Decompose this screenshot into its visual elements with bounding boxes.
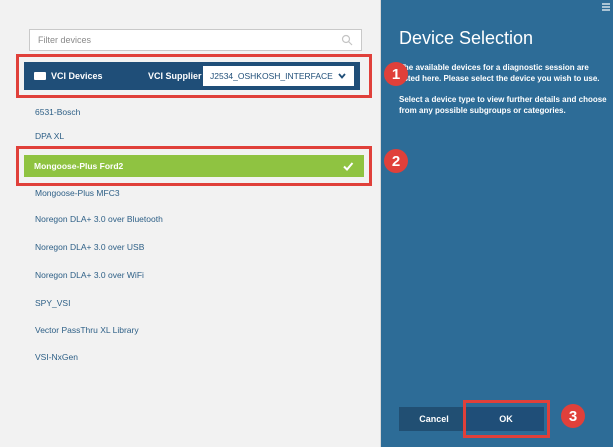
panel-title: Device Selection [399,28,534,48]
filter-input[interactable] [30,30,330,50]
search-icon [341,34,353,46]
list-item[interactable]: VSI-NxGen [35,352,78,362]
callout-box-3 [463,400,550,438]
menu-icon[interactable] [602,3,610,11]
cancel-button[interactable]: Cancel [399,407,469,431]
list-item[interactable]: Noregon DLA+ 3.0 over WiFi [35,270,144,280]
panel-description: The available devices for a diagnostic s… [399,63,600,83]
callout-badge-1: 1 [384,62,408,86]
list-item[interactable]: Noregon DLA+ 3.0 over USB [35,242,144,252]
list-item[interactable]: DPA XL [35,131,64,141]
info-panel: Device Selection The available devices f… [381,0,613,447]
list-item[interactable]: Vector PassThru XL Library [35,325,139,335]
filter-box[interactable] [29,29,362,51]
callout-box-2 [16,146,372,186]
callout-badge-3: 3 [561,404,585,428]
list-item[interactable]: SPY_VSI [35,298,70,308]
callout-box-1 [16,54,372,98]
list-item[interactable]: Noregon DLA+ 3.0 over Bluetooth [35,214,163,224]
list-item[interactable]: 6531-Bosch [35,107,80,117]
panel-instructions: Select a device type to view further det… [399,95,607,115]
list-item[interactable]: Mongoose-Plus MFC3 [35,188,120,198]
callout-badge-2: 2 [384,149,408,173]
